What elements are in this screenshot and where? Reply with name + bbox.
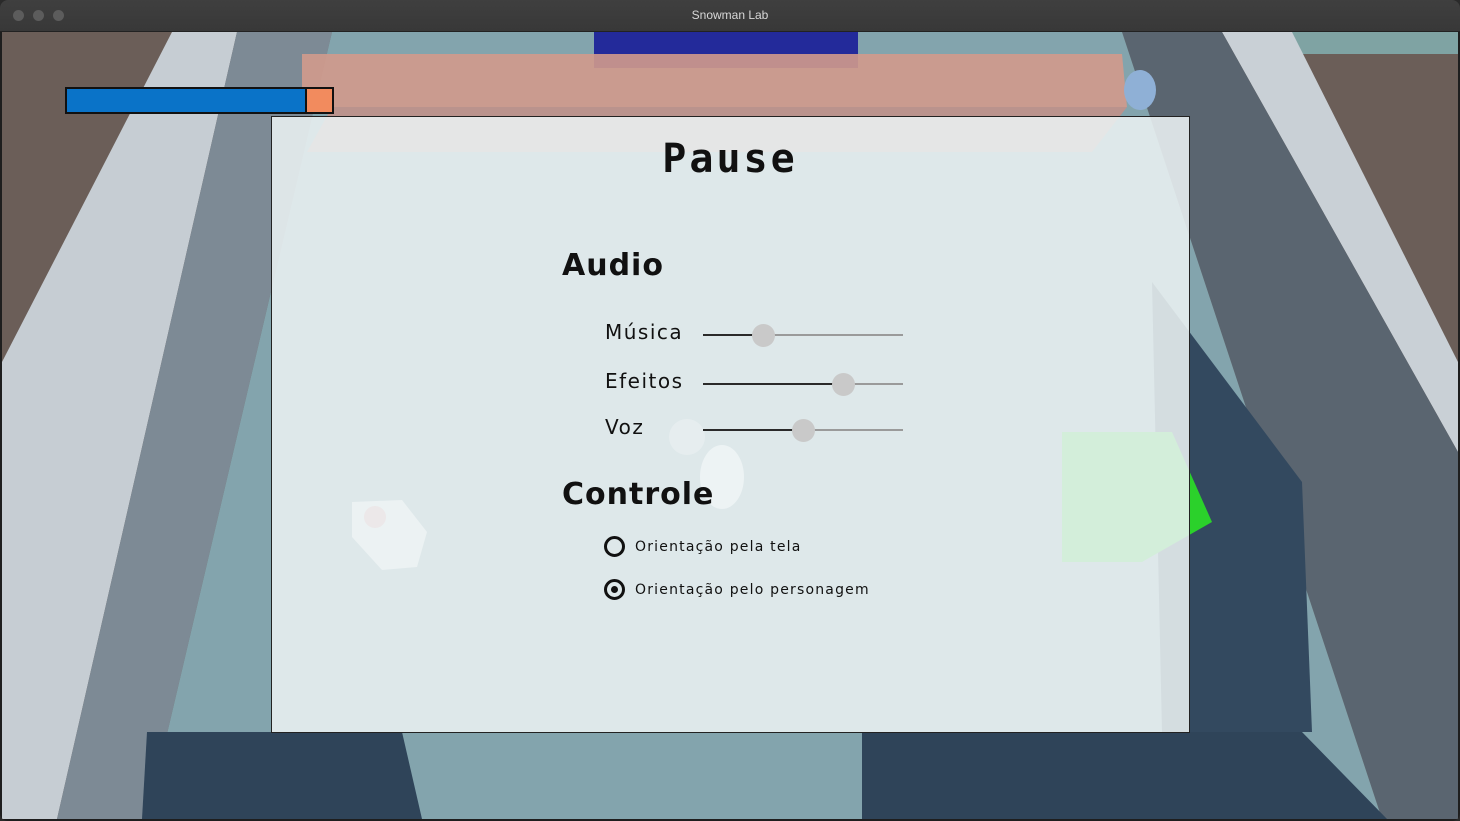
title-bar: Snowman Lab: [0, 0, 1460, 32]
pause-title: Pause: [662, 136, 798, 182]
window-title: Snowman Lab: [691, 8, 769, 22]
health-bar-fill: [67, 89, 307, 112]
radio-button[interactable]: [604, 536, 625, 557]
slider-thumb[interactable]: [792, 419, 815, 442]
effects-slider[interactable]: [703, 373, 903, 396]
radio-label: Orientação pela tela: [635, 538, 802, 555]
radio-option-screen-orientation[interactable]: Orientação pela tela: [604, 536, 802, 557]
voice-slider[interactable]: [703, 419, 903, 442]
music-label: Música: [605, 320, 684, 344]
music-slider[interactable]: [703, 324, 903, 347]
voice-label: Voz: [605, 415, 645, 439]
radio-label: Orientação pelo personagem: [635, 581, 870, 598]
health-bar: [65, 87, 334, 114]
slider-thumb[interactable]: [752, 324, 775, 347]
audio-heading: Audio: [562, 248, 664, 283]
radio-option-character-orientation[interactable]: Orientação pelo personagem: [604, 579, 870, 600]
effects-label: Efeitos: [605, 369, 684, 393]
controls-heading: Controle: [562, 477, 715, 512]
slider-fill: [703, 383, 843, 385]
radio-button[interactable]: [604, 579, 625, 600]
slider-thumb[interactable]: [832, 373, 855, 396]
slider-fill: [703, 429, 803, 431]
game-window: Snowman Lab Pause Audio Música Efeitos V…: [0, 0, 1460, 821]
